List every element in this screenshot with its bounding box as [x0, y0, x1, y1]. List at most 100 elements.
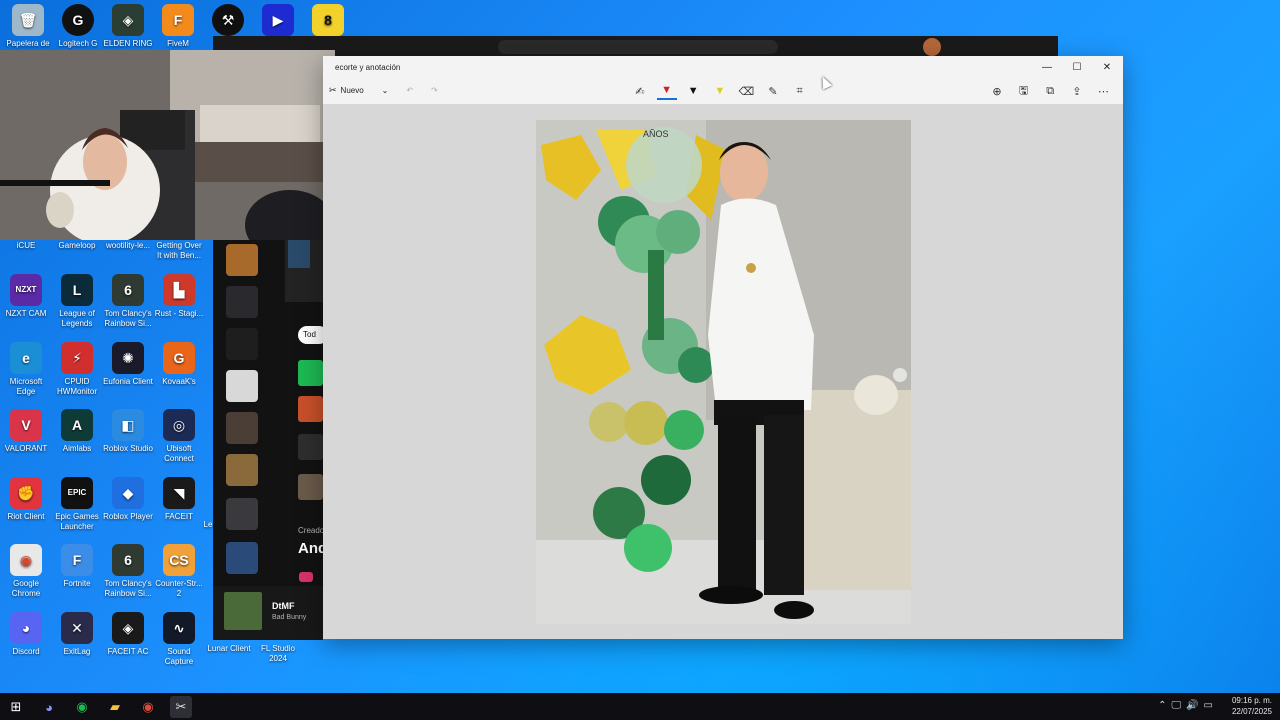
- track-artist[interactable]: Bad Bunny: [272, 614, 306, 621]
- clock[interactable]: 09:16 p. m. 22/07/2025: [1232, 695, 1272, 717]
- undo-icon[interactable]: ↶: [406, 86, 413, 95]
- desktop-icon[interactable]: NZXT NZXT CAM: [0, 274, 52, 319]
- playlist-thumbnail[interactable]: [226, 542, 258, 574]
- new-button[interactable]: ✂ Nuevo ⌄ ↶ ↷: [329, 85, 438, 96]
- desktop-icon[interactable]: ◉ Google Chrome: [0, 544, 52, 599]
- zoom-button[interactable]: ⊕: [987, 82, 1007, 100]
- chrome-taskbar-button[interactable]: ◉: [137, 696, 159, 718]
- more-button[interactable]: ⋯: [1093, 82, 1113, 100]
- desktop-icon[interactable]: F Fortnite: [51, 544, 103, 589]
- playlist-thumbnail[interactable]: [226, 286, 258, 318]
- app-icon: A: [61, 409, 93, 441]
- desktop-icon[interactable]: ◆ Roblox Player: [102, 476, 154, 522]
- desktop-icon-fl-studio[interactable]: FL Studio 2024: [253, 644, 303, 664]
- more-icon: ⋯: [1097, 85, 1109, 98]
- desktop-icon[interactable]: ✕ ExitLag: [51, 611, 103, 657]
- spotify-taskbar-button[interactable]: ◉: [71, 696, 93, 718]
- desktop-icon[interactable]: ⚡ CPUID HWMonitor: [51, 341, 103, 397]
- desktop-icon[interactable]: 8: [302, 4, 354, 39]
- album-art[interactable]: [224, 592, 262, 630]
- red-pen-button[interactable]: ▼: [656, 82, 677, 100]
- desktop-icon[interactable]: 🗑 Papelera de: [2, 4, 54, 49]
- save-button[interactable]: 🖫: [1014, 82, 1034, 100]
- highlighter-button[interactable]: ▼: [710, 82, 730, 100]
- desktop-icon[interactable]: G KovaaK's: [153, 341, 205, 387]
- eraser-button[interactable]: ⌫: [736, 82, 756, 100]
- desktop-icon[interactable]: wootility-le...: [102, 241, 154, 251]
- app-icon: G: [62, 4, 94, 36]
- maximize-button[interactable]: ☐: [1064, 60, 1090, 74]
- desktop-icon-lunar-client[interactable]: Lunar Client: [203, 644, 255, 654]
- share-button[interactable]: ⇪: [1067, 82, 1087, 100]
- snipping-tool-taskbar-button[interactable]: ✂: [170, 696, 192, 718]
- network-icon[interactable]: 🖵: [1171, 700, 1186, 711]
- desktop-icon[interactable]: CS Counter-Str... 2: [153, 544, 205, 599]
- desktop-icon[interactable]: ✊ Riot Client: [0, 476, 52, 522]
- desktop-icon-label: Counter-Str... 2: [155, 579, 203, 598]
- desktop-icon[interactable]: EPIC Epic Games Launcher: [51, 476, 103, 532]
- desktop-icon[interactable]: A Aimlabs: [51, 409, 103, 454]
- instagram-icon[interactable]: [299, 572, 313, 582]
- desktop-icon-label: Sound Capture: [164, 646, 194, 666]
- ruler-button[interactable]: ✎: [763, 82, 783, 100]
- desktop-icon-label: Riot Client: [7, 511, 45, 521]
- chevron-up-icon[interactable]: ⌃: [1158, 700, 1171, 711]
- system-tray-icons[interactable]: ⌃🖵🔊▭: [1158, 700, 1218, 711]
- desktop-icon[interactable]: ∿ Sound Capture: [153, 611, 205, 667]
- desktop-icon[interactable]: Getting Over It with Ben...: [153, 241, 205, 261]
- playlist-thumbnail[interactable]: [226, 328, 258, 360]
- desktop-icon[interactable]: F FiveM: [152, 4, 204, 49]
- desktop-icon[interactable]: ▶: [252, 4, 304, 39]
- touch-write-button[interactable]: ✍: [630, 82, 650, 100]
- desktop-icon[interactable]: e Microsoft Edge: [0, 341, 52, 397]
- track-title[interactable]: DtMF: [272, 601, 295, 611]
- desktop-icon[interactable]: iCUE: [0, 241, 52, 251]
- playlist-thumbnail[interactable]: [226, 454, 258, 486]
- search-bar[interactable]: [498, 40, 778, 54]
- desktop-icon[interactable]: ◧ Roblox Studio: [102, 409, 154, 454]
- created-by-label: Creado: [298, 526, 325, 535]
- desktop-icon[interactable]: 6 Tom Clancy's Rainbow Si...: [102, 274, 154, 329]
- black-pen-button[interactable]: ▼: [683, 82, 703, 100]
- desktop-icon[interactable]: ✺ Eufonia Client: [102, 341, 154, 387]
- desktop-icon-label: Epic Games Launcher: [55, 511, 99, 531]
- playlist-thumbnail[interactable]: [226, 498, 258, 530]
- copy-button[interactable]: ⧉: [1040, 82, 1060, 100]
- chevron-down-icon[interactable]: ⌄: [382, 86, 389, 95]
- desktop-icon[interactable]: ◥ FACEIT: [153, 476, 205, 522]
- playlist-card[interactable]: [298, 434, 323, 460]
- playlist-card[interactable]: [298, 360, 323, 386]
- desktop-icon[interactable]: V VALORANT: [0, 409, 52, 454]
- playlist-card[interactable]: [298, 396, 323, 422]
- desktop-icon[interactable]: Gameloop: [51, 241, 103, 251]
- app-icon: L: [61, 274, 93, 306]
- desktop-icon-label: iCUE: [16, 241, 36, 250]
- playlist-thumbnail[interactable]: [226, 370, 258, 402]
- desktop-icon[interactable]: G Logitech G: [52, 4, 104, 49]
- desktop-icon[interactable]: ◈ ELDEN RING: [102, 4, 154, 49]
- crop-button[interactable]: ⌗: [790, 82, 810, 100]
- webcam-scene: [0, 50, 335, 240]
- desktop-icon[interactable]: ⚒: [202, 4, 254, 39]
- playlist-thumbnail[interactable]: [226, 412, 258, 444]
- desktop-icon[interactable]: ◈ FACEIT AC: [102, 611, 154, 657]
- playlist-thumbnail[interactable]: [226, 244, 258, 276]
- battery-icon[interactable]: ▭: [1204, 700, 1218, 711]
- avatar[interactable]: [923, 38, 941, 56]
- desktop-icon[interactable]: 6 Tom Clancy's Rainbow Si...: [102, 544, 154, 599]
- desktop-icon[interactable]: ◕ Discord: [0, 611, 52, 657]
- file-explorer-taskbar-button[interactable]: ▰: [104, 696, 126, 718]
- volume-icon[interactable]: 🔊: [1186, 700, 1203, 711]
- desktop-icon-label: FL Studio 2024: [261, 644, 295, 663]
- desktop-icon-label: Gameloop: [58, 241, 96, 250]
- start-taskbar-button[interactable]: ⊞: [5, 696, 27, 718]
- redo-icon[interactable]: ↷: [431, 86, 438, 95]
- desktop-icon[interactable]: ▙ Rust - Stagi...: [153, 274, 205, 319]
- playlist-card[interactable]: [298, 474, 323, 500]
- minimize-button[interactable]: —: [1034, 60, 1060, 74]
- close-button[interactable]: ✕: [1094, 60, 1120, 74]
- discord-taskbar-button[interactable]: ◕: [38, 696, 60, 718]
- desktop-icon[interactable]: ◎ Ubisoft Connect: [153, 409, 205, 464]
- desktop-icon[interactable]: L League of Legends: [51, 274, 103, 329]
- app-icon: ∿: [163, 611, 195, 644]
